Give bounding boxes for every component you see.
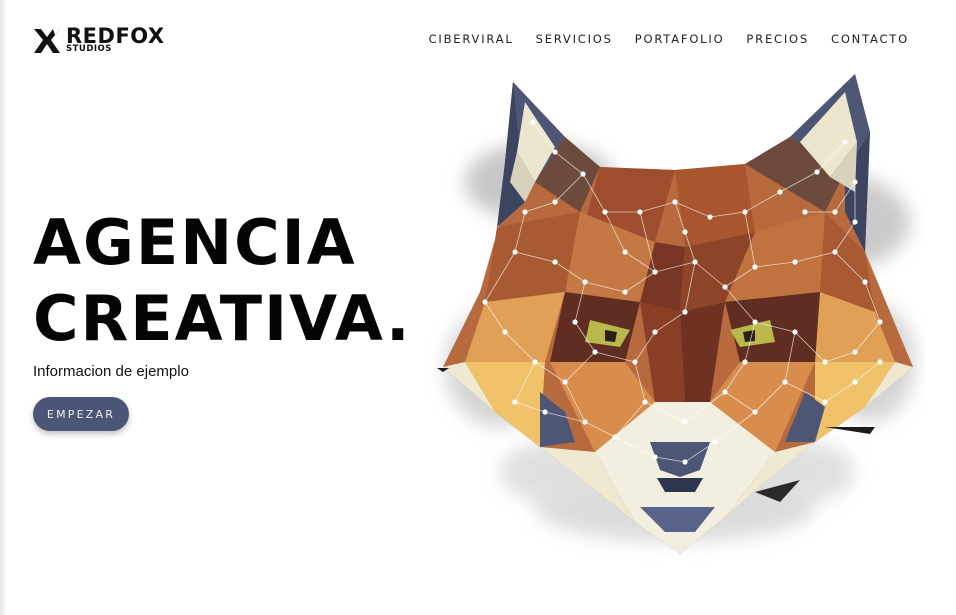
x-logo-icon — [34, 29, 60, 53]
page-edge-shadow — [0, 0, 8, 615]
brand-subtitle: STUDIOS — [66, 44, 112, 54]
hero-title: AGENCIA CREATIVA. — [33, 205, 412, 357]
nav-item-portafolio[interactable]: PORTAFOLIO — [635, 32, 725, 46]
nav-item-servicios[interactable]: SERVICIOS — [536, 32, 613, 46]
nav-item-ciberviral[interactable]: CIBERVIRAL — [429, 32, 514, 46]
main-nav: CIBERVIRAL SERVICIOS PORTAFOLIO PRECIOS … — [429, 32, 909, 46]
hero-title-line-2: CREATIVA. — [33, 282, 412, 355]
nav-item-precios[interactable]: PRECIOS — [746, 32, 809, 46]
hero-title-line-1: AGENCIA — [33, 206, 357, 279]
start-button[interactable]: EMPEZAR — [33, 397, 129, 431]
fox-illustration — [437, 74, 915, 554]
hero-subtitle: Informacion de ejemplo — [33, 363, 189, 380]
brand-logo[interactable]: REDFOX STUDIOS — [33, 24, 173, 57]
nav-item-contacto[interactable]: CONTACTO — [831, 32, 909, 46]
